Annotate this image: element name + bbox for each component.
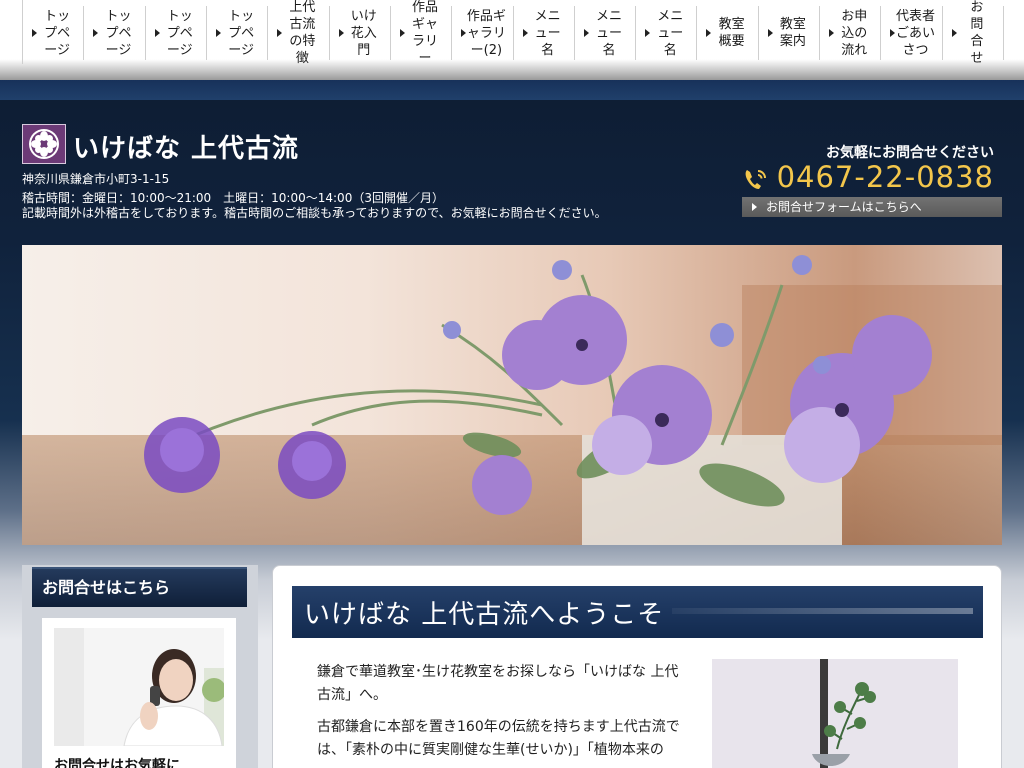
nav-item-label: トップページ — [228, 8, 255, 58]
arrow-right-icon — [215, 29, 221, 37]
nav-item-label: 代表者ごあいさつ — [896, 8, 936, 58]
intro-text: 鎌倉で華道教室･生け花教室をお探しなら「いけばな 上代古流」へ。 古都鎌倉に本部… — [317, 661, 687, 768]
contact-card-title: お問合せはお気軽に — [54, 758, 180, 768]
nav-item-gallery[interactable]: 作品ギャラリー — [391, 0, 453, 66]
nav-item-features[interactable]: 上代古流の特徴 — [268, 0, 330, 66]
nav-item-top-4[interactable]: トップページ — [207, 6, 269, 60]
arrow-right-icon — [154, 29, 160, 37]
phone-number[interactable]: 0467-22-0838 — [777, 160, 994, 194]
sidebar-heading[interactable]: お問合せはこちら — [32, 567, 247, 607]
nav-item-menu-2[interactable]: メニュー名 — [575, 6, 637, 60]
hero-flower-image — [22, 245, 1002, 545]
nav-item-top-1[interactable]: トップページ — [23, 6, 85, 60]
arrow-right-icon — [461, 29, 467, 37]
address-text: 神奈川県鎌倉市小町3-1-15 — [22, 172, 170, 186]
site-title[interactable]: いけばな 上代古流 — [73, 128, 299, 165]
header-strip — [0, 80, 1024, 100]
nav-item-label: 作品ギャラリー(2) — [466, 8, 506, 58]
arrow-right-icon — [645, 29, 651, 37]
nav-item-label: トップページ — [105, 8, 132, 58]
arrow-right-icon — [399, 29, 405, 37]
contact-prompt: お気軽にお問合せください — [826, 145, 994, 161]
nav-item-label: いけ花入門 — [350, 8, 377, 58]
nav-item-flow[interactable]: お申込の流れ — [820, 6, 882, 60]
nav-item-label: 教室概要 — [718, 17, 745, 49]
arrow-right-icon — [93, 29, 99, 37]
nav-item-label: メニュー名 — [595, 8, 622, 58]
sidebar: お問合せはこちら お問合せはお気軽に — [22, 565, 258, 768]
intro-paragraph: 鎌倉で華道教室･生け花教室をお探しなら「いけばな 上代古流」へ。 — [317, 664, 679, 703]
nav-item-menu-1[interactable]: メニュー名 — [514, 6, 575, 60]
nav-item-label: トップページ — [166, 8, 193, 58]
nav-item-top-3[interactable]: トップページ — [146, 6, 207, 60]
contact-form-label: お問合せフォームはこちらへ — [766, 200, 922, 214]
nav-item-label: 教室案内 — [779, 17, 806, 49]
nav-item-about[interactable]: 教室概要 — [697, 6, 759, 60]
arrow-right-icon — [583, 29, 589, 37]
arrow-right-icon — [752, 203, 757, 211]
arrow-right-icon — [522, 29, 528, 37]
phone-row: 0467-22-0838 — [743, 160, 994, 194]
top-navigation: トップページ トップページ トップページ トップページ 上代古流の特徴 いけ花入… — [0, 0, 1024, 80]
nav-item-top-2[interactable]: トップページ — [84, 6, 146, 60]
nav-item-guide[interactable]: 教室案内 — [759, 6, 821, 60]
nav-item-menu-3[interactable]: メニュー名 — [636, 6, 698, 60]
nav-item-intro[interactable]: いけ花入門 — [330, 6, 391, 60]
title-bar-decoration — [672, 608, 973, 614]
nav-item-label: お問合せ — [970, 0, 984, 66]
intro-paragraph: 古都鎌倉に本部を置き160年の伝統を持ちます上代古流では、「素朴の中に質実剛健な… — [317, 719, 680, 758]
contact-card[interactable]: お問合せはお気軽に — [42, 618, 236, 768]
nav-item-label: 上代古流の特徴 — [289, 0, 316, 66]
arrow-right-icon — [890, 29, 896, 37]
arrow-right-icon — [338, 29, 344, 37]
main-content: いけばな 上代古流へようこそ 鎌倉で華道教室･生け花教室をお探しなら「いけばな … — [272, 565, 1002, 768]
nav-item-label: トップページ — [44, 8, 71, 58]
nav-item-contact[interactable]: お問合せ — [943, 0, 1004, 66]
flower-crest-icon — [29, 129, 59, 159]
note-text: 記載時間外は外稽古をしております。稽古時間のご相談も承っておりますので、お気軽に… — [22, 206, 607, 220]
arrow-right-icon — [32, 29, 37, 37]
nav-item-greeting[interactable]: 代表者ごあいさつ — [881, 6, 943, 60]
contact-form-button[interactable]: お問合せフォームはこちらへ — [742, 197, 1002, 217]
nav-item-label: メニュー名 — [534, 8, 561, 58]
woman-on-phone-image — [54, 628, 224, 746]
arrow-right-icon — [829, 29, 835, 37]
page-title: いけばな 上代古流へようこそ — [304, 600, 665, 630]
ikebana-arrangement-image — [712, 659, 958, 768]
nav-bar: トップページ トップページ トップページ トップページ 上代古流の特徴 いけ花入… — [22, 0, 1004, 66]
arrow-right-icon — [706, 29, 712, 37]
nav-item-gallery-2[interactable]: 作品ギャラリー(2) — [452, 6, 514, 60]
arrow-right-icon — [277, 29, 283, 37]
arrow-right-icon — [951, 29, 957, 37]
arrow-right-icon — [767, 29, 773, 37]
nav-item-label: お申込の流れ — [841, 8, 868, 58]
nav-item-label: 作品ギャラリー — [412, 0, 439, 66]
nav-item-label: メニュー名 — [657, 8, 684, 58]
main-title-bar: いけばな 上代古流へようこそ — [292, 586, 983, 638]
site-logo[interactable] — [22, 124, 66, 164]
phone-icon — [745, 170, 766, 189]
